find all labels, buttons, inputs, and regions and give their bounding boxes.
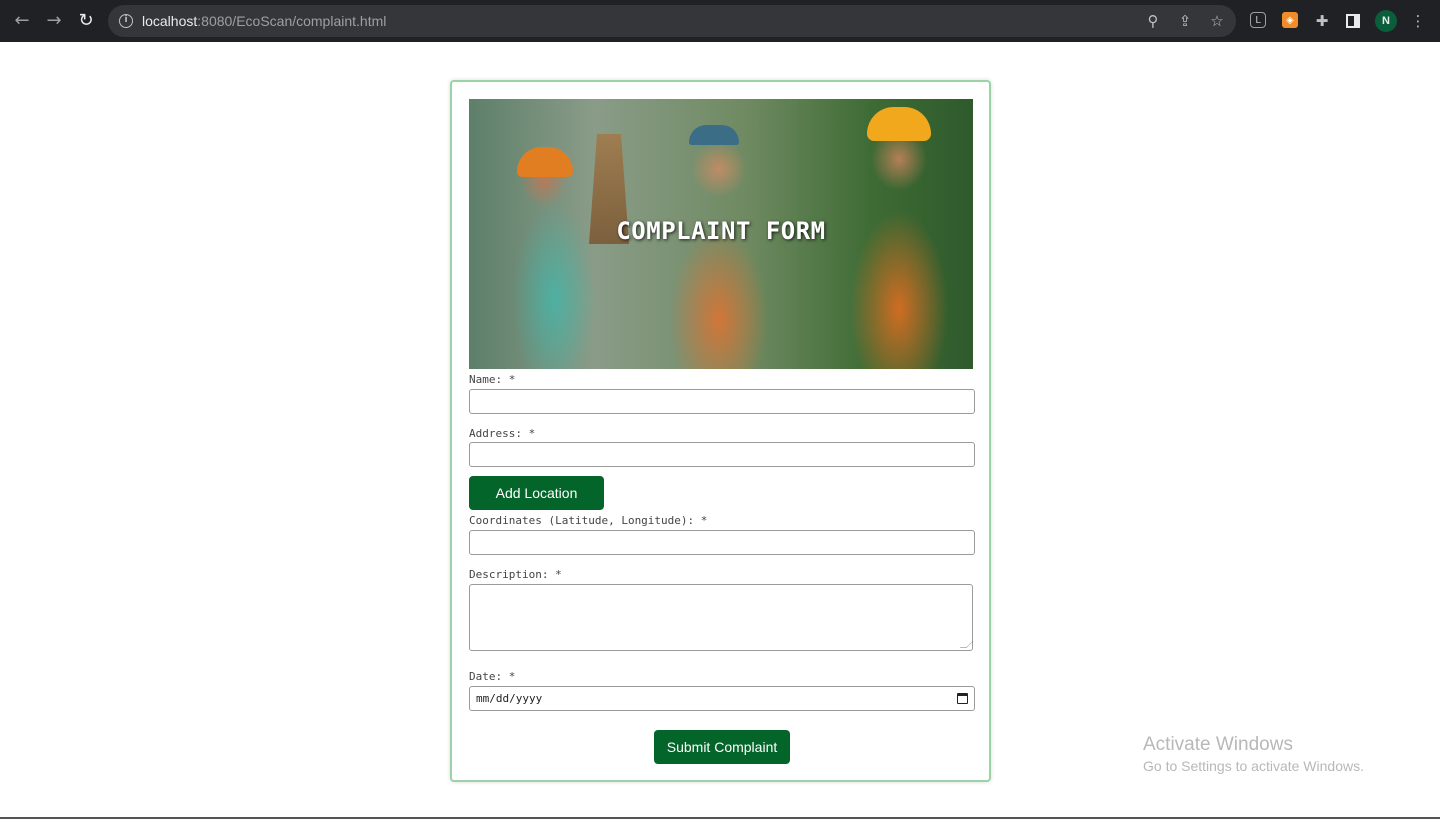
coordinates-input[interactable] [469,530,975,555]
address-bar[interactable]: i localhost:8080/EcoScan/complaint.html … [108,5,1236,37]
banner-image: COMPLAINT FORM [469,99,973,369]
url-text[interactable]: localhost:8080/EcoScan/complaint.html [142,13,386,29]
activation-watermark: Activate Windows Go to Settings to activ… [1143,734,1364,774]
address-label: Address: * [469,427,536,440]
submit-complaint-button[interactable]: Submit Complaint [654,730,790,764]
back-arrow-icon[interactable]: ← [10,9,34,33]
share-icon[interactable]: ⇪ [1176,12,1194,30]
avatar[interactable]: N [1375,10,1397,32]
side-panel-icon[interactable] [1346,14,1360,28]
watermark-subtitle: Go to Settings to activate Windows. [1143,758,1364,774]
address-input[interactable] [469,442,975,467]
coordinates-label: Coordinates (Latitude, Longitude): * [469,514,708,527]
name-input[interactable] [469,389,975,414]
zoom-icon[interactable]: ⚲ [1144,12,1162,30]
description-textarea[interactable] [469,584,974,651]
puzzle-icon[interactable]: ✚ [1313,12,1331,30]
page-title: COMPLAINT FORM [616,217,826,245]
extension-orange-icon[interactable]: ◈ [1282,12,1298,28]
forward-arrow-icon[interactable]: → [42,9,66,33]
url-path: :8080/EcoScan/complaint.html [197,13,387,29]
date-placeholder: mm/dd/yyyy [476,692,543,705]
more-menu-icon[interactable]: ⋮ [1409,12,1427,30]
date-input[interactable]: mm/dd/yyyy [469,686,975,711]
banner-figure [517,147,573,177]
browser-toolbar: ← → ↻ i localhost:8080/EcoScan/complaint… [0,0,1440,42]
calendar-icon[interactable] [957,693,968,704]
banner-figure [867,107,931,141]
resize-handle-icon[interactable] [959,641,974,648]
url-host: localhost [142,13,198,29]
complaint-form-card: COMPLAINT FORM Name: * Address: * Add Lo… [450,80,991,782]
site-info-icon[interactable]: i [119,14,133,28]
add-location-button[interactable]: Add Location [469,476,604,510]
reload-icon[interactable]: ↻ [74,9,98,33]
star-icon[interactable]: ☆ [1208,12,1226,30]
date-label: Date: * [469,670,516,683]
watermark-title: Activate Windows [1143,734,1293,755]
name-label: Name: * [469,373,516,386]
extension-icon[interactable]: L [1250,12,1266,28]
description-label: Description: * [469,568,562,581]
banner-figure [689,125,739,145]
